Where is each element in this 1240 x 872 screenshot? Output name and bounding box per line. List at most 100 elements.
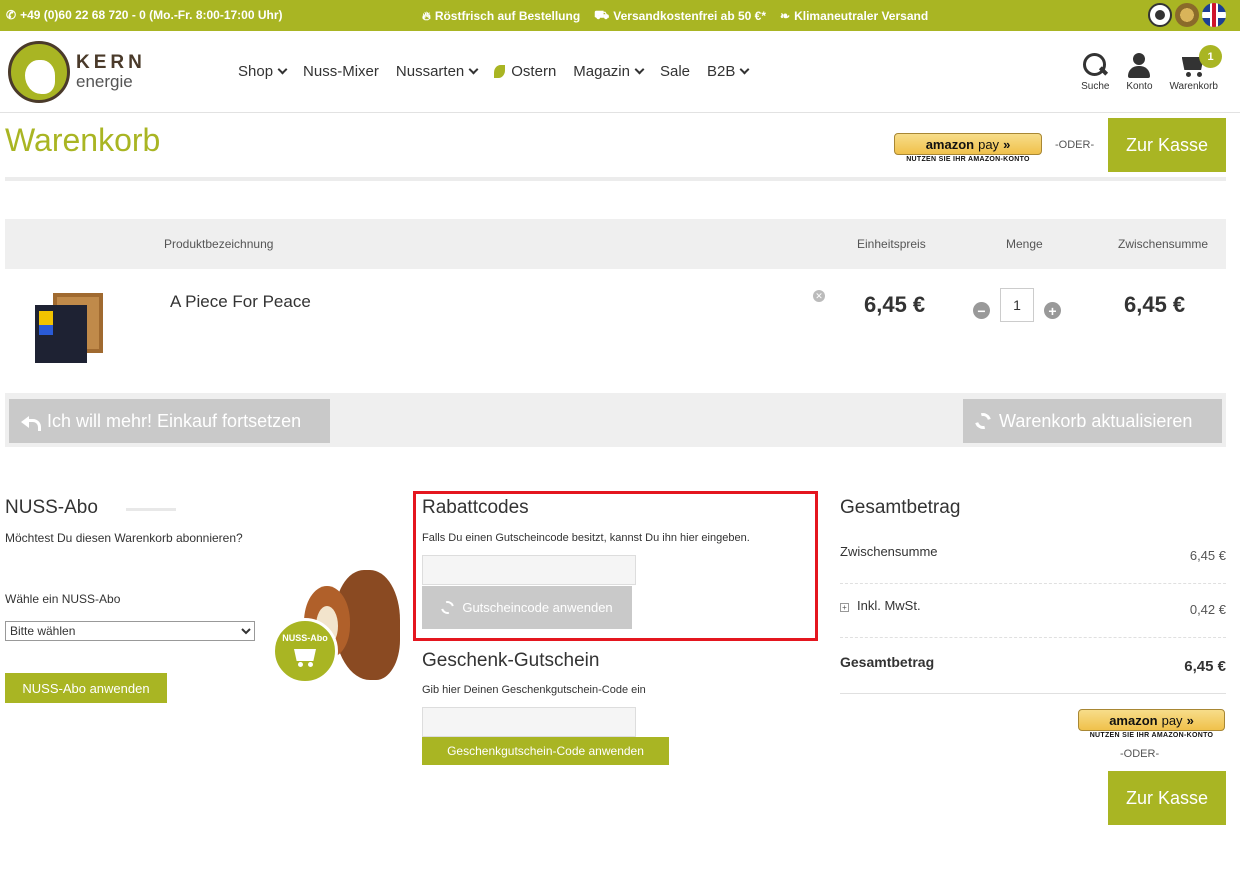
total-value: 6,45 € <box>1184 658 1226 675</box>
tax-value: 0,42 € <box>1189 602 1226 617</box>
quantity-decrease-button[interactable]: − <box>973 302 990 319</box>
coupon-code-input[interactable] <box>422 555 636 585</box>
amazon-pay-button-bottom[interactable]: amazon pay» NUTZEN SIE IHR AMAZON-KONTO <box>1078 709 1225 739</box>
table-row: A Piece For Peace ✕ 6,45 € − + 6,45 € <box>5 269 1226 393</box>
header-unit-price: Einheitspreis <box>857 237 926 251</box>
amazon-pay-pill: amazon pay» <box>894 133 1042 155</box>
usp-roast: 🔥︎ Röstfrisch auf Bestellung <box>422 8 580 24</box>
coupon-title: Rabattcodes <box>422 497 529 518</box>
uk-flag-icon[interactable] <box>1202 3 1226 27</box>
phone-icon: ✆ <box>6 8 17 22</box>
nav-item-label: Nussarten <box>395 63 465 80</box>
total-row: Gesamtbetrag 6,45 € <box>840 640 1226 694</box>
leaf-icon: ❧ <box>780 9 791 23</box>
logo-text-energie: energie <box>76 72 133 91</box>
usp-shipping-label: Versandkostenfrei ab 50 €* <box>613 9 767 23</box>
update-cart-button[interactable]: Warenkorb aktualisieren <box>963 399 1222 443</box>
tax-label: Inkl. MwSt. <box>857 598 921 613</box>
product-image-front <box>35 305 87 363</box>
refresh-icon <box>438 598 457 617</box>
continue-shopping-label: Ich will mehr! Einkauf fortsetzen <box>47 410 302 431</box>
nav-item-magazin[interactable]: Magazin <box>573 63 645 80</box>
quantity-increase-button[interactable]: + <box>1044 302 1061 319</box>
refresh-icon <box>972 410 994 432</box>
badge-list <box>1148 3 1226 27</box>
total-label: Gesamtbetrag <box>840 654 935 670</box>
usp-climate-label: Klimaneutraler Versand <box>794 9 929 23</box>
title-divider <box>5 177 1226 181</box>
amazon-pay-button-top[interactable]: amazon pay» NUTZEN SIE IHR AMAZON-KONTO <box>894 133 1042 163</box>
nav-item-label: Magazin <box>573 63 630 80</box>
usp-climate: ❧ Klimaneutraler Versand <box>780 8 928 24</box>
chevron-down-icon <box>277 64 288 75</box>
cart-button[interactable]: Warenkorb 1 <box>1169 45 1222 92</box>
cart-count-badge: 1 <box>1199 45 1222 68</box>
amazon-pay-subtext: NUTZEN SIE IHR AMAZON-KONTO <box>906 156 1030 163</box>
apply-gift-button[interactable]: Geschenkgutschein-Code anwenden <box>422 737 669 765</box>
cart-label: Warenkorb <box>1169 81 1218 92</box>
back-arrow-icon <box>21 414 41 431</box>
top-bar: ✆ +49 (0)60 22 68 720 - 0 (Mo.-Fr. 8:00-… <box>0 0 1240 31</box>
continue-shopping-button[interactable]: Ich will mehr! Einkauf fortsetzen <box>9 399 330 443</box>
subtotal-label: Zwischensumme <box>840 544 938 559</box>
usp-shipping: ⛟ Versandkostenfrei ab 50 €* <box>594 8 766 24</box>
product-name[interactable]: A Piece For Peace <box>170 292 311 312</box>
page-title: Warenkorb <box>5 122 161 158</box>
trusted-shops-icon[interactable] <box>1148 3 1172 27</box>
abo-select[interactable]: Bitte wählen <box>5 621 255 641</box>
abo-apply-button[interactable]: NUSS-Abo anwenden <box>5 673 167 703</box>
amazon-pay-brand: amazon <box>925 136 975 152</box>
logo-text-kern: KERN <box>76 52 146 73</box>
nav-item-label: B2B <box>707 63 736 80</box>
nav-item-nuss-mixer[interactable]: Nuss-Mixer <box>303 63 379 80</box>
header-product: Produktbezeichnung <box>164 237 274 251</box>
search-icon <box>1081 51 1109 79</box>
phone-info[interactable]: ✆ +49 (0)60 22 68 720 - 0 (Mo.-Fr. 8:00-… <box>6 8 283 22</box>
quantity-input[interactable] <box>1000 288 1034 322</box>
phone-text: +49 (0)60 22 68 720 - 0 (Mo.-Fr. 8:00-17… <box>20 8 283 22</box>
logo[interactable]: KERN energie <box>8 41 146 103</box>
expand-plus-icon[interactable]: + <box>840 603 849 612</box>
apply-coupon-label: Gutscheincode anwenden <box>462 600 613 615</box>
account-label: Konto <box>1126 81 1153 92</box>
abo-select-label: Wähle ein NUSS-Abo <box>5 592 121 606</box>
truck-icon: ⛟ <box>594 8 610 22</box>
abo-badge-label: NUSS-Abo <box>282 633 328 643</box>
amazon-pay-pay: pay <box>978 136 1000 152</box>
header-actions: Suche Konto Warenkorb 1 <box>1081 45 1222 92</box>
update-cart-label: Warenkorb aktualisieren <box>999 410 1193 431</box>
nav-item-ostern[interactable]: Ostern <box>494 63 556 80</box>
coupon-hint: Falls Du einen Gutscheincode besitzt, ka… <box>422 532 750 544</box>
award-seal-icon[interactable] <box>1175 3 1199 27</box>
checkout-button-bottom[interactable]: Zur Kasse <box>1108 771 1226 825</box>
account-button[interactable]: Konto <box>1125 51 1153 92</box>
header-quantity: Menge <box>1006 237 1043 251</box>
squirrel-illustration: NUSS-Abo <box>272 566 404 688</box>
amazon-pay-subtext: NUTZEN SIE IHR AMAZON-KONTO <box>1089 732 1214 739</box>
nav-item-sale[interactable]: Sale <box>660 63 690 80</box>
search-button[interactable]: Suche <box>1081 51 1109 92</box>
amazon-pay-pay: pay <box>1161 712 1183 728</box>
apply-coupon-button[interactable]: Gutscheincode anwenden <box>422 586 632 629</box>
header-subtotal: Zwischensumme <box>1118 237 1209 251</box>
nav-item-b2b[interactable]: B2B <box>707 63 750 80</box>
nav-item-shop[interactable]: Shop <box>238 63 288 80</box>
nav-item-label: Ostern <box>511 63 557 80</box>
chevron-down-icon <box>739 64 750 75</box>
abo-title-underline <box>126 508 176 511</box>
nav-item-nussarten[interactable]: Nussarten <box>395 63 479 80</box>
gift-title: Geschenk-Gutschein <box>422 650 600 671</box>
remove-item-icon[interactable]: ✕ <box>813 290 825 302</box>
amazon-pay-pill: amazon pay» <box>1078 709 1225 731</box>
tax-row[interactable]: + Inkl. MwSt. 0,42 € <box>840 584 1226 638</box>
chevron-right-icon: » <box>1186 712 1194 728</box>
checkout-button-top[interactable]: Zur Kasse <box>1108 118 1226 172</box>
cart-icon <box>292 647 318 667</box>
abo-question: Möchtest Du diesen Warenkorb abonnieren? <box>5 531 243 545</box>
usp-roast-label: Röstfrisch auf Bestellung <box>434 9 581 23</box>
gift-code-input[interactable] <box>422 707 636 737</box>
abo-badge: NUSS-Abo <box>272 618 338 684</box>
main-nav: Shop Nuss-Mixer Nussarten Ostern Magazin… <box>238 63 750 80</box>
chevron-right-icon: » <box>1003 136 1011 152</box>
product-image[interactable] <box>35 293 105 365</box>
